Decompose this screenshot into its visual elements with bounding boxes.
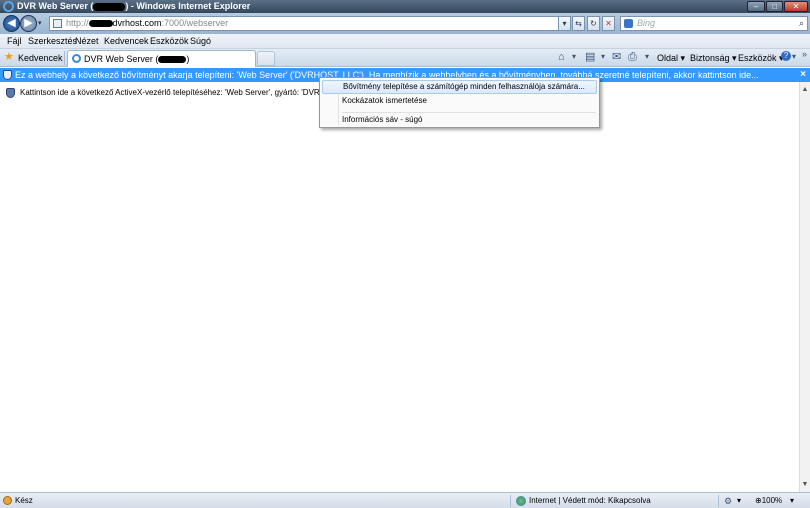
favorites-bar: ★ Kedvencek DVR Web Server () ⌂ ▾ ▤ ▾ ✉ … bbox=[0, 49, 810, 67]
help-dropdown-icon[interactable]: ▾ bbox=[792, 51, 796, 63]
page-content: Kattintson ide a következő ActiveX-vezér… bbox=[0, 82, 799, 492]
help-icon[interactable]: ? bbox=[781, 51, 791, 61]
search-placeholder: Bing bbox=[637, 18, 656, 28]
back-button[interactable]: ◀ bbox=[3, 15, 20, 32]
security-menu-button[interactable]: Biztonság ▾ bbox=[690, 53, 737, 64]
forward-button[interactable]: ▶ bbox=[20, 15, 37, 32]
menu-file[interactable]: Fájl bbox=[7, 36, 22, 46]
status-text: Kész bbox=[15, 496, 33, 505]
divider bbox=[64, 51, 65, 65]
tools-menu-button[interactable]: Eszközök ▾ bbox=[738, 53, 784, 64]
page-menu-button[interactable]: Oldal ▾ bbox=[657, 53, 685, 64]
url-prefix: http:// bbox=[66, 18, 89, 28]
tab-title-prefix: DVR Web Server ( bbox=[84, 54, 159, 64]
redacted-block bbox=[158, 56, 187, 64]
url-host: dvrhost.com bbox=[112, 18, 162, 28]
internet-zone-icon bbox=[516, 496, 526, 506]
zoom-level[interactable]: ⊕100% bbox=[755, 496, 782, 505]
window-title-suffix: ) - Windows Internet Explorer bbox=[125, 1, 251, 11]
menu-tools[interactable]: Eszközök bbox=[150, 36, 189, 46]
divider bbox=[510, 495, 511, 507]
zoom-dropdown-icon[interactable]: ▾ bbox=[790, 496, 794, 505]
menu-favorites[interactable]: Kedvencek bbox=[104, 36, 149, 46]
status-warning-icon bbox=[3, 496, 12, 505]
menu-view[interactable]: Nézet bbox=[75, 36, 99, 46]
maximize-button[interactable]: □ bbox=[766, 1, 783, 12]
feeds-icon[interactable]: ▤ bbox=[585, 51, 595, 63]
menu-bar: Fájl Szerkesztés Nézet Kedvencek Eszközö… bbox=[0, 34, 810, 49]
url-field[interactable]: http:// dvrhost.com:7000/webserver bbox=[49, 16, 570, 31]
compatibility-view-icon[interactable]: ⇆ bbox=[572, 16, 585, 31]
activex-notice[interactable]: Kattintson ide a következő ActiveX-vezér… bbox=[6, 88, 368, 98]
print-dropdown-icon[interactable]: ▾ bbox=[645, 51, 649, 63]
close-infobar-button[interactable]: × bbox=[800, 68, 806, 82]
activex-notice-text[interactable]: Kattintson ide a következő ActiveX-vezér… bbox=[20, 88, 368, 97]
zoom-icon: ⊕ bbox=[755, 496, 762, 505]
feeds-dropdown-icon[interactable]: ▾ bbox=[601, 51, 605, 63]
activex-shield-icon bbox=[6, 88, 15, 98]
vertical-scrollbar[interactable]: ▲ ▼ bbox=[799, 82, 810, 492]
menu-edit[interactable]: Szerkesztés bbox=[28, 36, 77, 46]
refresh-icon[interactable]: ↻ bbox=[587, 16, 600, 31]
window-title: DVR Web Server ( ) - Windows Internet Exp… bbox=[17, 0, 250, 13]
risks-menu-item[interactable]: Kockázatok ismertetése bbox=[322, 94, 597, 108]
protected-mode-icon[interactable]: ⚙ bbox=[724, 496, 732, 507]
redacted-block bbox=[93, 2, 126, 11]
redacted-block bbox=[88, 20, 113, 28]
scroll-down-icon[interactable]: ▼ bbox=[800, 479, 810, 490]
shield-icon bbox=[3, 70, 12, 80]
stop-icon[interactable]: ✕ bbox=[602, 16, 615, 31]
infobar-help-menu-item[interactable]: Információs sáv - súgó bbox=[322, 113, 597, 127]
infobar-context-menu: Bővítmény telepítése a számítógép minden… bbox=[319, 77, 600, 128]
tab-title: DVR Web Server () bbox=[84, 54, 189, 64]
address-bar: ◀ ▶ ▾ http://dvrhost.com:7000/webserver … bbox=[0, 13, 810, 34]
search-input[interactable]: Bing ⌕ bbox=[620, 16, 808, 31]
internet-explorer-icon bbox=[3, 1, 14, 12]
search-icon[interactable]: ⌕ bbox=[799, 17, 804, 30]
close-button[interactable]: ✕ bbox=[784, 1, 808, 12]
tab-ie-icon bbox=[72, 54, 81, 63]
status-bar: Kész Internet | Védett mód: Kikapcsolva … bbox=[0, 492, 810, 508]
page-icon bbox=[53, 19, 62, 28]
protected-mode-dropdown-icon[interactable]: ▾ bbox=[737, 496, 741, 505]
install-addon-menu-item[interactable]: Bővítmény telepítése a számítógép minden… bbox=[322, 80, 597, 94]
more-commands-icon[interactable]: » bbox=[802, 48, 807, 60]
url-dropdown-icon[interactable]: ▾ bbox=[558, 16, 571, 31]
history-dropdown-icon[interactable]: ▾ bbox=[38, 19, 42, 27]
title-bar: DVR Web Server ( ) - Windows Internet Exp… bbox=[0, 0, 810, 13]
security-zone-text[interactable]: Internet | Védett mód: Kikapcsolva bbox=[529, 496, 651, 505]
tab-title-suffix: ) bbox=[186, 54, 190, 64]
home-dropdown-icon[interactable]: ▾ bbox=[572, 51, 576, 63]
menu-help[interactable]: Súgó bbox=[190, 36, 211, 46]
bing-icon bbox=[624, 19, 633, 28]
print-icon[interactable]: ⎙ bbox=[628, 51, 637, 63]
home-icon[interactable]: ⌂ bbox=[558, 51, 565, 63]
url-path: :7000/webserver bbox=[161, 18, 229, 28]
scroll-up-icon[interactable]: ▲ bbox=[800, 84, 810, 95]
mail-icon[interactable]: ✉ bbox=[612, 51, 621, 63]
window-title-prefix: DVR Web Server ( bbox=[17, 1, 94, 11]
favorites-star-icon[interactable]: ★ bbox=[4, 51, 14, 63]
tab-active[interactable]: DVR Web Server () bbox=[67, 50, 256, 67]
favorites-button[interactable]: Kedvencek bbox=[18, 53, 63, 63]
zoom-value: 100% bbox=[761, 496, 783, 505]
minimize-button[interactable]: – bbox=[747, 1, 765, 12]
new-tab-button[interactable] bbox=[257, 51, 275, 66]
divider bbox=[718, 495, 719, 507]
